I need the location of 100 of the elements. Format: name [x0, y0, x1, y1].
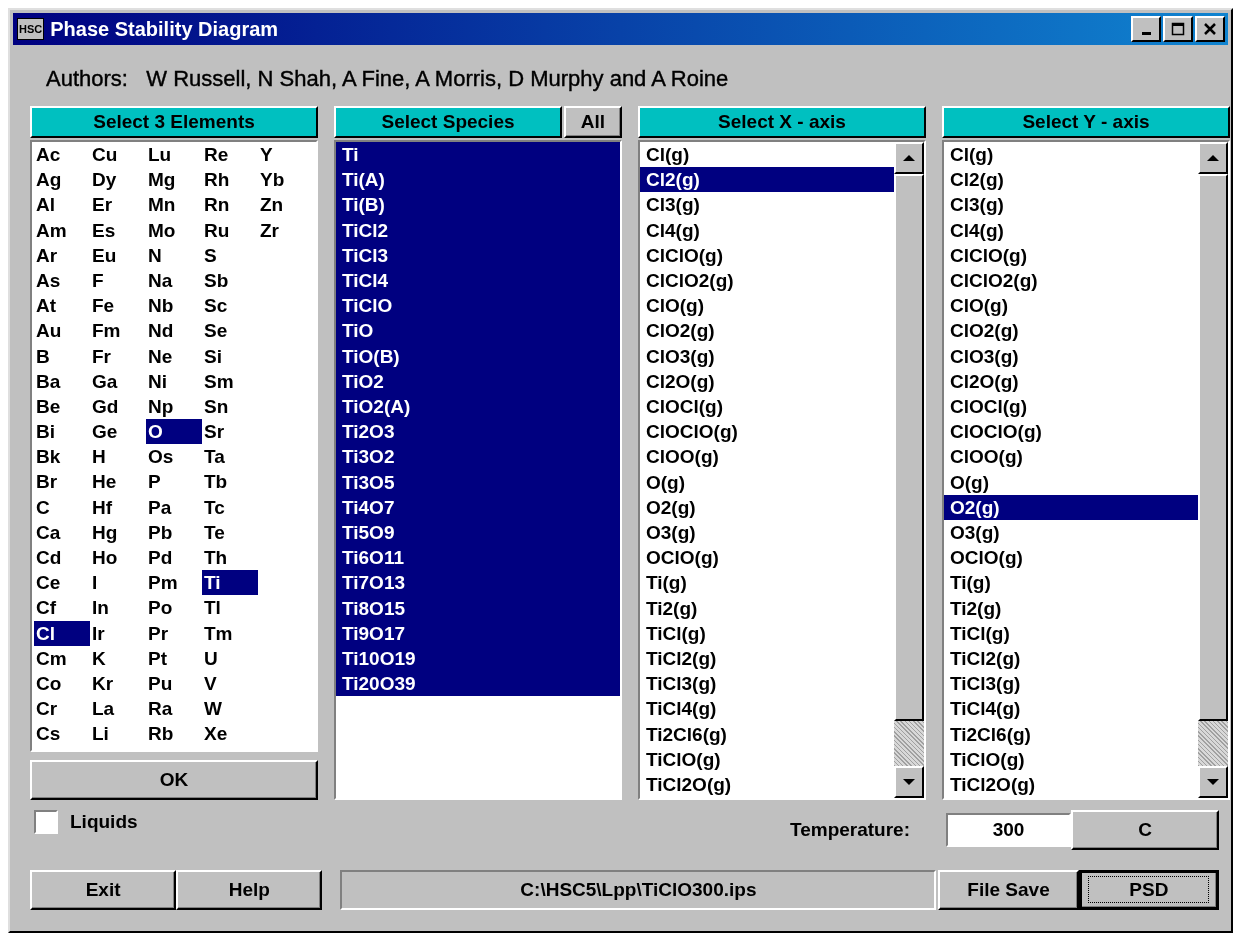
species-item[interactable]: ClClO(g)	[944, 242, 1198, 268]
element-item[interactable]: Tb	[202, 469, 258, 495]
species-item[interactable]: Ti4O7	[336, 494, 620, 521]
species-item[interactable]: Ti5O9	[336, 520, 620, 546]
species-item[interactable]: ClClO(g)	[640, 242, 894, 268]
scroll-up-button[interactable]	[894, 142, 924, 174]
scroll-down-button[interactable]	[1198, 766, 1228, 798]
species-item[interactable]: Cl2O(g)	[640, 368, 894, 395]
species-item[interactable]: O(g)	[640, 469, 894, 495]
species-item[interactable]: O(g)	[944, 469, 1198, 495]
element-item[interactable]: Te	[202, 519, 258, 545]
species-item[interactable]: Cl3(g)	[944, 192, 1198, 218]
element-item[interactable]: Ir	[90, 620, 146, 646]
unit-button[interactable]: C	[1071, 810, 1219, 850]
species-item[interactable]: TiCl2	[336, 217, 620, 243]
element-item[interactable]: Xe	[202, 721, 258, 747]
species-item[interactable]: ClO(g)	[944, 293, 1198, 319]
element-item[interactable]: Fm	[90, 318, 146, 344]
species-item[interactable]: O3(g)	[944, 520, 1198, 546]
element-item[interactable]: Kr	[90, 670, 146, 697]
element-item[interactable]: Au	[34, 318, 90, 344]
element-item[interactable]: Ba	[34, 368, 90, 394]
element-item[interactable]: Pt	[146, 645, 202, 671]
element-item[interactable]: P	[146, 469, 202, 495]
species-item[interactable]: O2(g)	[944, 494, 1198, 521]
file-save-button[interactable]: File Save	[938, 870, 1079, 910]
help-button[interactable]: Help	[176, 870, 323, 910]
element-item[interactable]: Lu	[146, 142, 202, 168]
species-item[interactable]: ClOCl(g)	[640, 394, 894, 420]
element-item[interactable]: Y	[258, 142, 314, 168]
element-item[interactable]: Ag	[34, 167, 90, 193]
species-item[interactable]: TiCl(g)	[944, 620, 1198, 647]
species-item[interactable]: Ti2Cl6(g)	[640, 721, 894, 747]
element-item[interactable]: Re	[202, 142, 258, 168]
element-item[interactable]: Pd	[146, 545, 202, 571]
species-item[interactable]: TiCl2(g)	[640, 646, 894, 672]
element-item[interactable]: Rb	[146, 721, 202, 747]
element-item[interactable]: Am	[34, 217, 90, 243]
element-item[interactable]: Ni	[146, 368, 202, 394]
element-item[interactable]: Bk	[34, 444, 90, 470]
species-item[interactable]: Ti(g)	[944, 570, 1198, 596]
species-item[interactable]: Ti7O13	[336, 570, 620, 596]
element-item[interactable]: Os	[146, 444, 202, 470]
element-item[interactable]: B	[34, 343, 90, 369]
element-item[interactable]: Cr	[34, 696, 90, 722]
species-item[interactable]: OClO(g)	[944, 545, 1198, 571]
species-item[interactable]: ClOO(g)	[944, 444, 1198, 470]
element-item[interactable]: Sm	[202, 368, 258, 394]
element-item[interactable]: Sb	[202, 267, 258, 294]
species-item[interactable]: Cl4(g)	[640, 217, 894, 243]
element-item[interactable]: Ru	[202, 217, 258, 243]
element-item[interactable]: Np	[146, 393, 202, 420]
element-item[interactable]: Al	[34, 192, 90, 218]
ok-button[interactable]: OK	[30, 760, 318, 800]
element-item[interactable]: Sc	[202, 293, 258, 319]
element-item[interactable]: Be	[34, 393, 90, 420]
species-item[interactable]: O3(g)	[640, 520, 894, 546]
liquids-checkbox[interactable]	[34, 810, 58, 834]
species-item[interactable]: Cl(g)	[944, 142, 1198, 168]
species-item[interactable]: ClO3(g)	[944, 343, 1198, 369]
element-item[interactable]: I	[90, 570, 146, 596]
species-item[interactable]: Ti2(g)	[944, 595, 1198, 621]
all-button[interactable]: All	[564, 106, 622, 138]
species-item[interactable]: TiO2	[336, 368, 620, 395]
element-item[interactable]: Ti	[202, 570, 258, 596]
species-item[interactable]: OClO(g)	[640, 545, 894, 571]
species-item[interactable]: TiCl2(g)	[944, 646, 1198, 672]
species-item[interactable]: TiO	[336, 318, 620, 344]
element-item[interactable]: Rn	[202, 192, 258, 218]
species-item[interactable]: TiCl3(g)	[640, 671, 894, 697]
element-item[interactable]: O	[146, 419, 202, 445]
element-item[interactable]: V	[202, 670, 258, 697]
element-item[interactable]: W	[202, 696, 258, 722]
element-item[interactable]: Ne	[146, 343, 202, 369]
species-item[interactable]: TiO2(A)	[336, 394, 620, 420]
element-item[interactable]: Cf	[34, 595, 90, 621]
species-item[interactable]: ClOO(g)	[640, 444, 894, 470]
element-item[interactable]: Sn	[202, 393, 258, 420]
element-item[interactable]: Nd	[146, 318, 202, 344]
scroll-up-button[interactable]	[1198, 142, 1228, 174]
element-item[interactable]: Pm	[146, 570, 202, 596]
element-item[interactable]: Ge	[90, 419, 146, 445]
element-item[interactable]: Tl	[202, 595, 258, 621]
element-item[interactable]: Cs	[34, 721, 90, 747]
species-item[interactable]: TiClO(g)	[944, 746, 1198, 773]
species-item[interactable]: Cl2(g)	[640, 167, 894, 193]
species-item[interactable]: TiO(B)	[336, 343, 620, 369]
species-item[interactable]: TiCl3(g)	[944, 671, 1198, 697]
element-item[interactable]: Ta	[202, 444, 258, 470]
species-item[interactable]: TiCl2O(g)	[640, 772, 894, 798]
species-item[interactable]: ClO2(g)	[944, 318, 1198, 344]
element-item[interactable]: Br	[34, 469, 90, 495]
element-item[interactable]: Mn	[146, 192, 202, 218]
element-item[interactable]: N	[146, 242, 202, 268]
close-button[interactable]	[1195, 16, 1225, 42]
exit-button[interactable]: Exit	[30, 870, 177, 910]
species-item[interactable]: Ti20O39	[336, 671, 620, 697]
species-item[interactable]: Ti(B)	[336, 192, 620, 218]
species-item[interactable]: ClO2(g)	[640, 318, 894, 344]
species-item[interactable]: Ti(g)	[640, 570, 894, 596]
